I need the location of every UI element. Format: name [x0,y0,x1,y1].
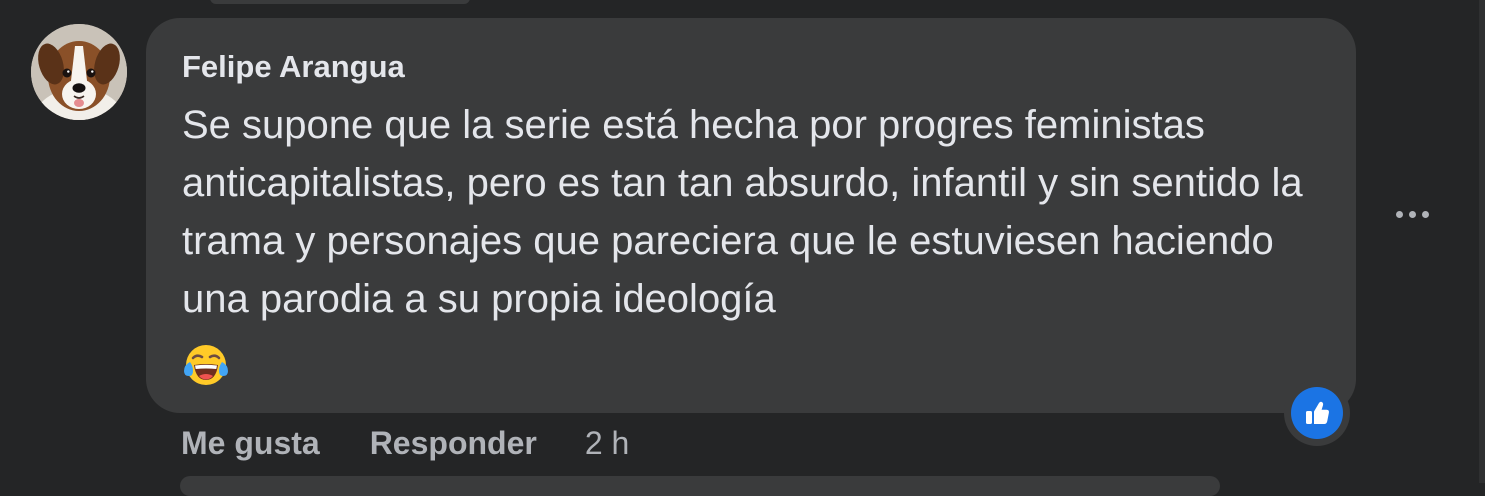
comment-timestamp[interactable]: 2 h [585,425,629,462]
like-reaction [1291,387,1343,439]
tears-of-joy-emoji-icon [182,341,230,389]
previous-comment-edge [210,0,470,4]
comment-actions: Me gusta Responder 2 h [181,420,629,466]
like-button[interactable]: Me gusta [181,425,320,462]
reply-input-edge [180,476,1220,496]
more-options-button[interactable] [1390,196,1434,232]
dog-avatar-image [31,24,127,120]
comment-bubble: Felipe Arangua Se supone que la serie es… [146,18,1356,413]
more-options-icon [1395,210,1403,218]
thumbs-up-icon [1306,401,1329,424]
avatar[interactable] [31,24,127,120]
comment-author[interactable]: Felipe Arangua [182,49,405,85]
comment-text: Se supone que la serie está hecha por pr… [182,103,1303,321]
scrollbar[interactable] [1479,0,1485,483]
reply-button[interactable]: Responder [370,425,537,462]
reaction-badge[interactable] [1284,380,1350,446]
